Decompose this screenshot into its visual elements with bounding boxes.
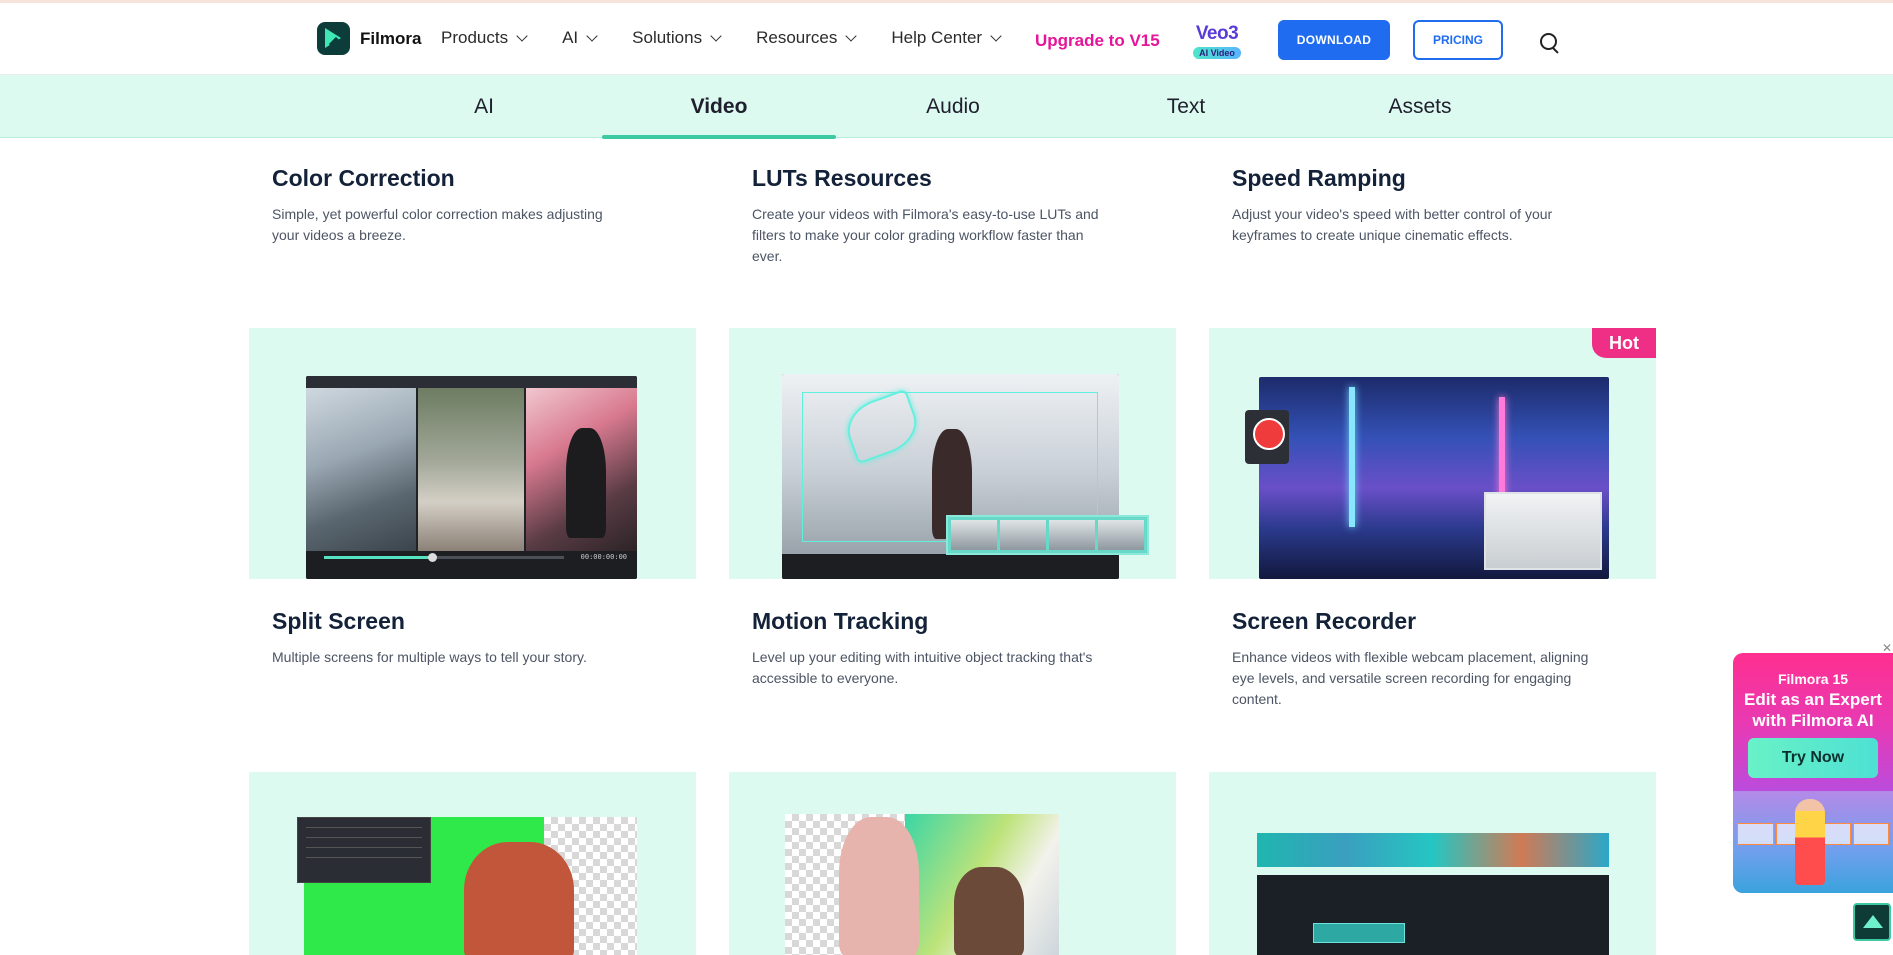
player-controls: 00:00:00:00 [306, 551, 637, 579]
webcam-overlay[interactable] [1484, 492, 1602, 570]
try-now-button[interactable]: Try Now [1748, 738, 1878, 778]
woman-with-dog [464, 842, 574, 955]
frame-thumb [1737, 823, 1774, 845]
download-button[interactable]: DOWNLOAD [1278, 20, 1390, 60]
nav-label: Solutions [632, 28, 703, 47]
woman-photo [418, 388, 524, 551]
city-screen [1259, 377, 1609, 579]
nav-item-ai[interactable]: AI [562, 28, 598, 48]
nav-label: Products [441, 28, 509, 47]
chevron-down-icon [586, 29, 598, 42]
feature-desc: Enhance videos with flexible webcam plac… [1232, 649, 1589, 707]
tab-audio[interactable]: Audio [836, 75, 1070, 138]
promo-banner[interactable]: Filmora 15 Edit as an Expert with Filmor… [1733, 653, 1893, 893]
tab-ai[interactable]: AI [367, 75, 601, 138]
neon-sign [1349, 387, 1355, 527]
setting-row [306, 833, 422, 838]
frame-thumb [1049, 520, 1095, 550]
nav-item-products[interactable]: Products [441, 28, 528, 48]
feature-desc: Level up your editing with intuitive obj… [752, 649, 1093, 686]
skater-photo [306, 388, 416, 551]
window-titlebar [306, 376, 637, 388]
frame-thumb [1098, 520, 1144, 550]
feature-desc: Adjust your video's speed with better co… [1232, 206, 1553, 243]
frame-thumb [1000, 520, 1046, 550]
record-button[interactable] [1245, 410, 1289, 464]
timeline-editing-image[interactable] [1209, 772, 1656, 955]
feature-title: LUTs Resources [752, 165, 932, 191]
promo-illustration [1733, 791, 1893, 893]
feature-desc: Simple, yet powerful color correction ma… [272, 206, 603, 243]
promo-version: Filmora 15 [1777, 671, 1849, 687]
nav-label: AI [562, 28, 579, 47]
hot-badge: Hot [1592, 328, 1656, 358]
editor-timeline [1257, 875, 1609, 955]
frame-thumb [1852, 823, 1889, 845]
promo-headline-line1: Edit as an Expert [1744, 690, 1882, 709]
nav-label: Help Center [891, 28, 983, 47]
nav-item-solutions[interactable]: Solutions [632, 28, 722, 48]
feature-speed-ramping[interactable]: Speed Ramping Adjust your video's speed … [1232, 165, 1632, 246]
feature-luts-resources[interactable]: LUTs Resources Create your videos with F… [752, 165, 1152, 267]
setting-row [306, 823, 422, 828]
feature-title: Screen Recorder [1232, 608, 1417, 634]
nav-item-resources[interactable]: Resources [756, 28, 858, 48]
veo3-word: Veo3 [1195, 23, 1239, 44]
chevron-down-icon [845, 29, 858, 42]
player-controls [782, 554, 1119, 579]
progress-knob[interactable] [428, 553, 437, 562]
tab-assets[interactable]: Assets [1303, 75, 1537, 138]
chroma-key-image[interactable] [249, 772, 696, 955]
baby-figure [839, 817, 919, 955]
nav-label: Resources [756, 28, 838, 47]
feature-screen-recorder[interactable]: Screen Recorder Enhance videos with flex… [1232, 608, 1632, 710]
promo-headline-line2: with Filmora AI [1752, 711, 1874, 730]
feature-color-correction[interactable]: Color Correction Simple, yet powerful co… [272, 165, 672, 246]
setting-row [306, 853, 422, 858]
feature-title: Split Screen [272, 608, 405, 634]
chevron-down-icon [516, 29, 528, 42]
scroll-to-top-button[interactable] [1853, 903, 1891, 941]
split-screen-image[interactable]: 00:00:00:00 [249, 328, 696, 579]
brand-logo[interactable]: Filmora [317, 22, 421, 55]
feature-tabs: AI Video Audio Text Assets [0, 75, 1893, 139]
keyframe-strip [946, 515, 1149, 555]
setting-row [306, 843, 422, 848]
feature-split-screen[interactable]: Split Screen Multiple screens for multip… [272, 608, 672, 668]
tab-video[interactable]: Video [602, 75, 836, 139]
frame-thumb [951, 520, 997, 550]
promo-person [1795, 799, 1825, 885]
feature-desc: Multiple screens for multiple ways to te… [272, 649, 587, 665]
nav-item-help-center[interactable]: Help Center [891, 28, 1002, 48]
progress-bar[interactable] [324, 553, 564, 562]
video-thumbnail-strip [1257, 833, 1609, 867]
chevron-down-icon [990, 29, 1002, 42]
search-icon[interactable] [1540, 33, 1560, 53]
background-removal-image[interactable] [729, 772, 1176, 955]
veo3-badge[interactable]: Veo3 AI Video [1188, 24, 1246, 61]
chroma-settings-panel [297, 817, 431, 883]
timecode: 00:00:00:00 [580, 553, 627, 561]
brand-name: Filmora [360, 28, 422, 48]
veo3-sub: AI Video [1193, 47, 1241, 59]
progress-fill [324, 556, 432, 559]
feature-title: Color Correction [272, 165, 455, 191]
pricing-button[interactable]: PRICING [1413, 20, 1503, 60]
site-header: Filmora Products AI Solutions Resources … [0, 3, 1893, 75]
filmora-logo-icon [317, 22, 350, 55]
chevron-down-icon [710, 29, 722, 42]
feature-title: Speed Ramping [1232, 165, 1406, 191]
feature-desc: Create your videos with Filmora's easy-t… [752, 206, 1099, 264]
upgrade-link[interactable]: Upgrade to V15 [1035, 31, 1160, 51]
feature-title: Motion Tracking [752, 608, 929, 634]
split-screen-app-window: 00:00:00:00 [306, 376, 637, 579]
person-silhouette [566, 428, 606, 538]
tab-text[interactable]: Text [1069, 75, 1303, 138]
main-nav: Products AI Solutions Resources Help Cen… [441, 28, 1036, 48]
promo-headline: Edit as an Expert with Filmora AI [1733, 689, 1893, 731]
motion-tracking-image[interactable] [729, 328, 1176, 579]
woman-figure [954, 867, 1024, 955]
feature-motion-tracking[interactable]: Motion Tracking Level up your editing wi… [752, 608, 1152, 689]
timeline-clip[interactable] [1313, 923, 1405, 943]
